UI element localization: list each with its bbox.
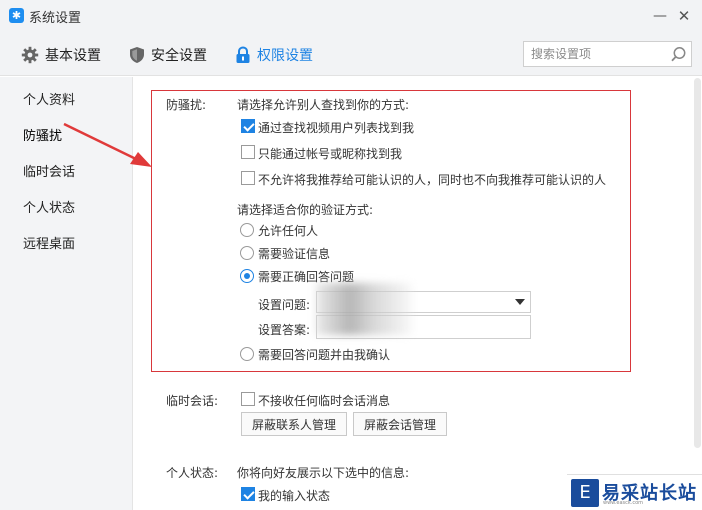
tab-label: 基本设置 xyxy=(45,48,101,64)
verify-option-label: 需要回答问题并由我确认 xyxy=(258,348,391,362)
content-scrollbar[interactable] xyxy=(693,77,702,510)
sidebar-item-remote-desktop[interactable]: 远程桌面 xyxy=(23,233,75,252)
block-contacts-button[interactable]: 屏蔽联系人管理 xyxy=(241,412,348,436)
watermark-url: www.easck.com xyxy=(603,500,644,506)
reject-temp-session-label: 不接收任何临时会话消息 xyxy=(258,394,391,408)
search-icon[interactable] xyxy=(670,46,687,63)
annotation-arrow xyxy=(63,122,152,167)
verify-option-message-radio[interactable] xyxy=(240,246,254,260)
title-bar: ✱ 系统设置 — ✕ xyxy=(0,0,702,32)
find-option-label: 只能通过帐号或昵称找到我 xyxy=(258,147,403,161)
typing-status-checkbox[interactable] xyxy=(241,487,255,501)
minimize-button[interactable]: — xyxy=(649,6,671,26)
app-icon: ✱ xyxy=(9,8,24,23)
typing-status-label: 我的输入状态 xyxy=(258,489,331,503)
find-option-account-only-checkbox[interactable] xyxy=(241,145,255,159)
window-title: 系统设置 xyxy=(29,11,82,26)
lock-icon xyxy=(236,46,250,63)
chevron-down-icon xyxy=(515,299,525,305)
personal-status-desc: 你将向好友展示以下选中的信息: xyxy=(237,466,410,480)
find-method-title: 请选择允许别人查找到你的方式: xyxy=(237,98,410,112)
verify-option-label: 允许任何人 xyxy=(258,224,319,238)
find-option-label: 通过查找视频用户列表找到我 xyxy=(258,121,415,135)
find-option-video-list-checkbox[interactable] xyxy=(241,119,255,133)
gear-icon xyxy=(21,46,39,64)
verify-option-anyone-radio[interactable] xyxy=(240,223,254,237)
verify-method-title: 请选择适合你的验证方式: xyxy=(237,203,374,217)
temp-session-label: 临时会话: xyxy=(166,394,219,408)
close-button[interactable]: ✕ xyxy=(673,6,695,26)
reject-temp-session-checkbox[interactable] xyxy=(241,392,255,406)
find-option-label: 不允许将我推荐给可能认识的人，同时也不向我推荐可能认识的人 xyxy=(258,173,607,187)
search-input[interactable] xyxy=(531,46,661,62)
question-label: 设置问题: xyxy=(258,298,311,312)
verify-option-confirm-radio[interactable] xyxy=(240,347,254,361)
block-sessions-button[interactable]: 屏蔽会话管理 xyxy=(353,412,448,436)
tab-label: 权限设置 xyxy=(257,48,313,64)
verify-option-answer-radio[interactable] xyxy=(240,269,254,283)
shield-icon xyxy=(130,47,144,63)
search-box xyxy=(523,41,692,67)
find-option-no-recommend-checkbox[interactable] xyxy=(241,171,255,185)
watermark-logo: E xyxy=(571,479,599,507)
answer-label: 设置答案: xyxy=(258,323,311,337)
sidebar-item-personal-status[interactable]: 个人状态 xyxy=(23,197,75,216)
tab-label: 安全设置 xyxy=(151,48,207,64)
sidebar-item-anti-harass[interactable]: 防骚扰 xyxy=(23,125,62,144)
settings-toolbar: 基本设置 安全设置 权限设置 xyxy=(0,32,702,76)
personal-status-label: 个人状态: xyxy=(166,466,219,480)
scrollbar-thumb[interactable] xyxy=(694,78,701,448)
privacy-blur xyxy=(316,283,412,335)
anti-harass-label: 防骚扰: xyxy=(166,98,207,112)
tab-basic-settings[interactable]: 基本设置 xyxy=(21,44,101,66)
sidebar-item-profile[interactable]: 个人资料 xyxy=(23,89,75,108)
tab-security-settings[interactable]: 安全设置 xyxy=(129,44,207,66)
verify-option-label: 需要验证信息 xyxy=(258,247,331,261)
site-watermark: E 易采站长站 www.easck.com xyxy=(567,474,702,510)
tab-permission-settings[interactable]: 权限设置 xyxy=(235,44,313,66)
